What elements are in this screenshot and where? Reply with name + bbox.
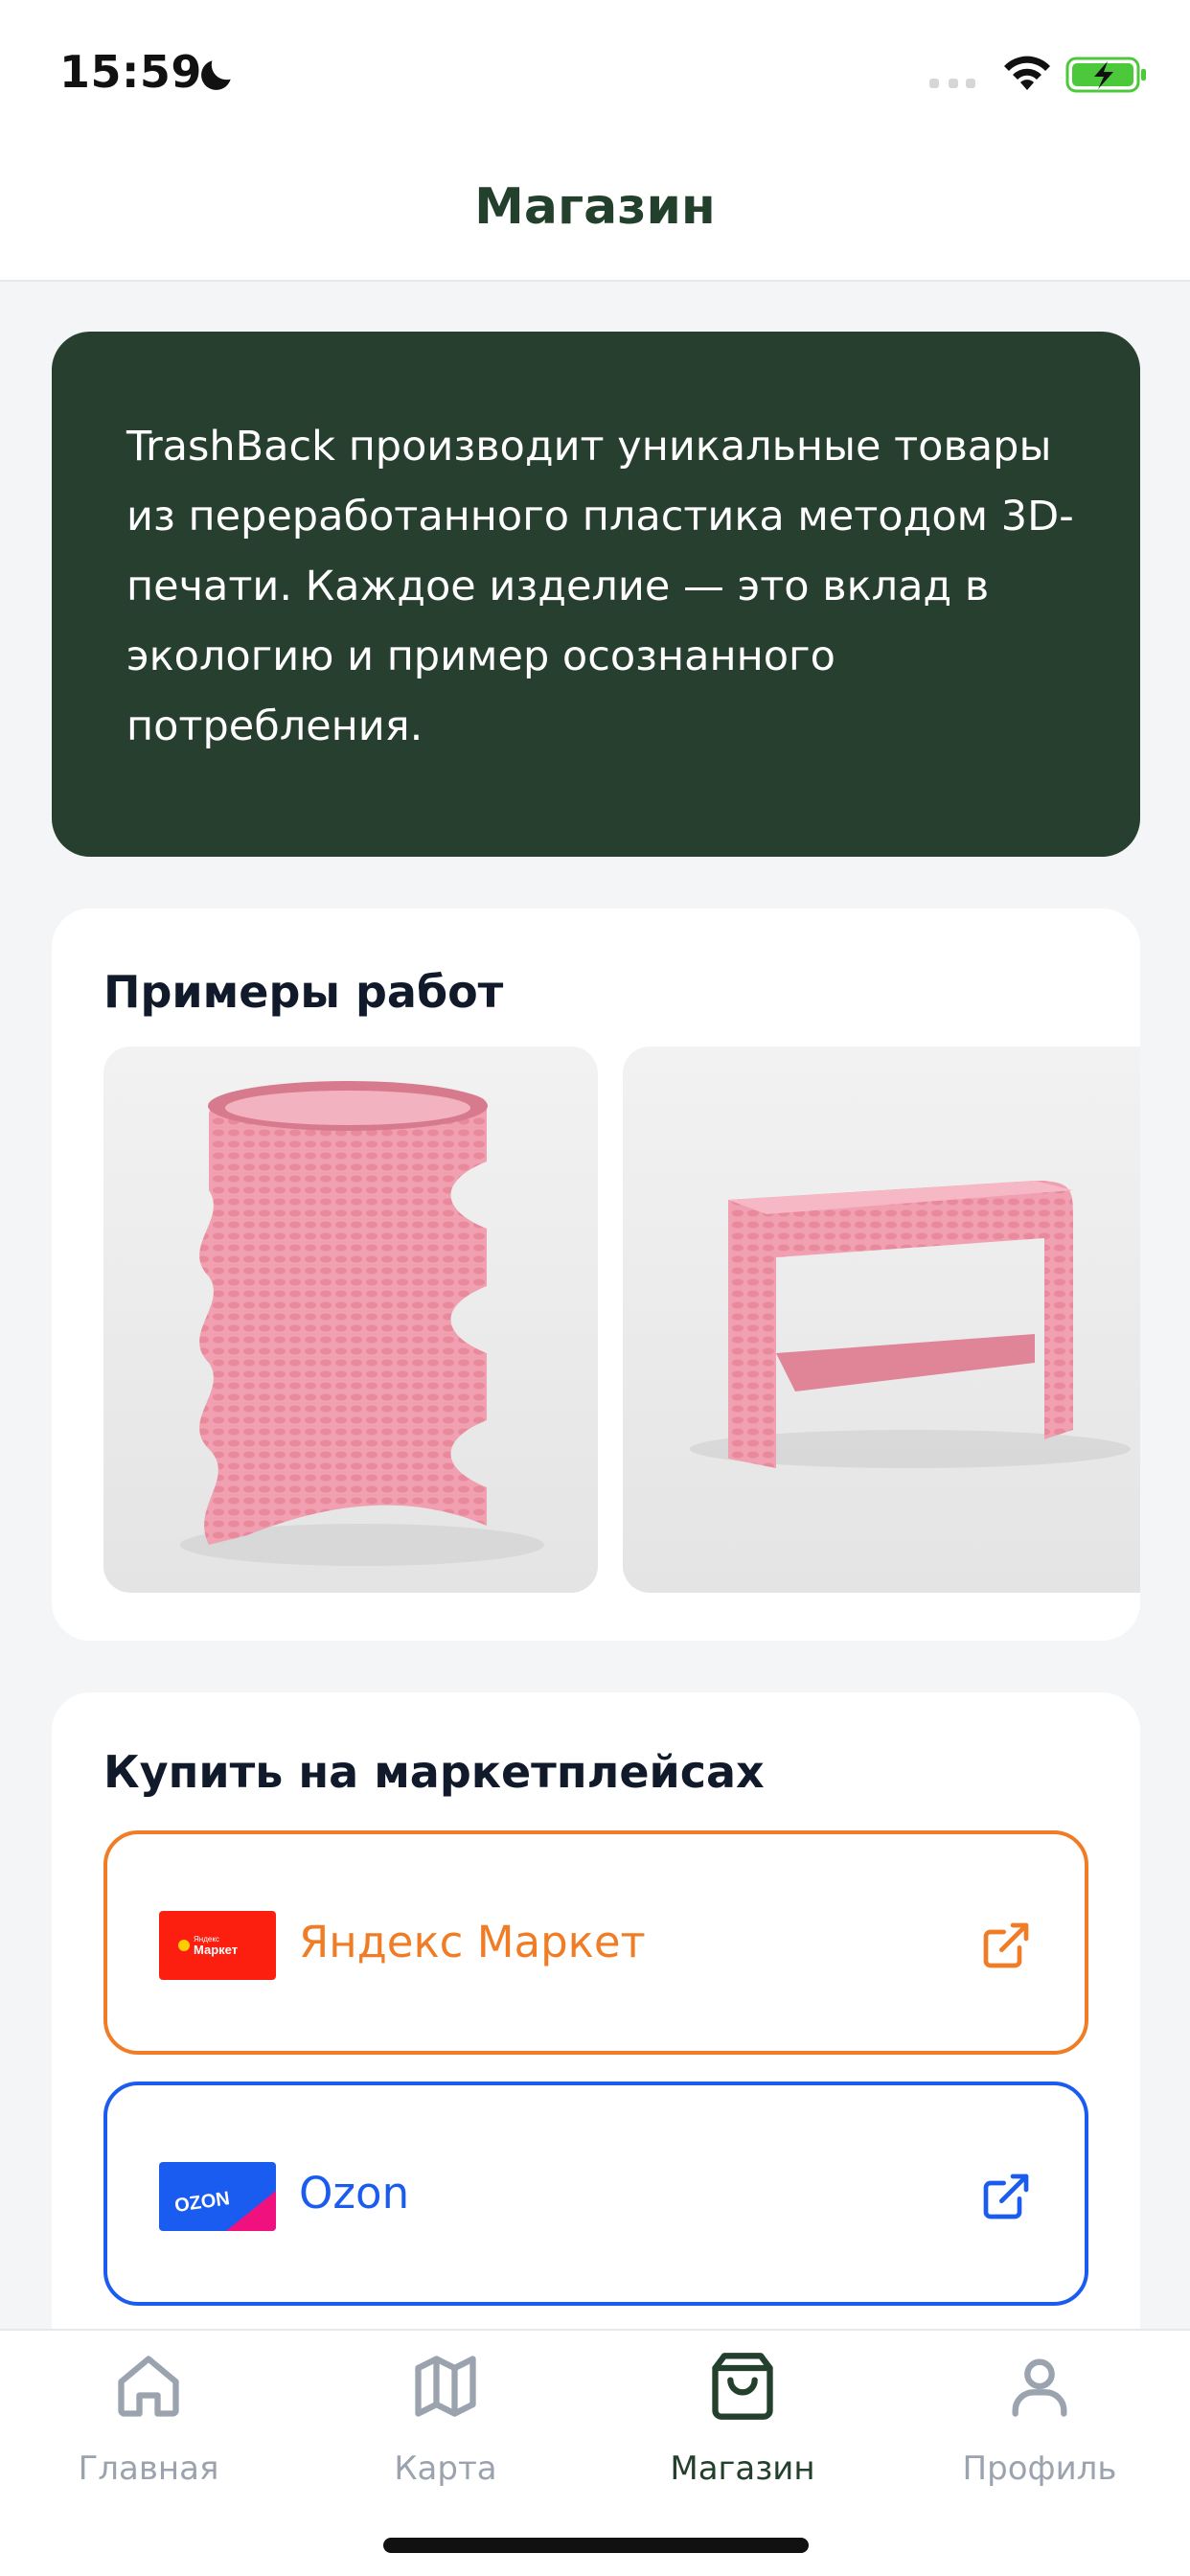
yandex-market-logo: Яндекс Маркет: [159, 1911, 276, 1980]
page-title: Магазин: [474, 178, 716, 236]
tab-shop-label: Магазин: [670, 2450, 815, 2488]
header: Магазин: [0, 144, 1190, 282]
intro-text: TrashBack производит уникальные товары и…: [126, 423, 1074, 750]
battery-charging-icon: [1065, 57, 1146, 93]
user-icon: [1012, 2358, 1067, 2417]
status-bar: 15:59: [0, 0, 1190, 144]
ozon-button[interactable]: OZON Ozon: [103, 2082, 1088, 2306]
wifi-icon: [1004, 56, 1050, 90]
marketplaces-card: Купить на маркетплейсах Яндекс Маркет Ян…: [52, 1692, 1140, 2363]
external-link-icon: [983, 2174, 1029, 2220]
home-indicator[interactable]: [383, 2538, 809, 2553]
tab-profile[interactable]: Профиль: [891, 2331, 1188, 2522]
ozon-label: Ozon: [299, 2168, 410, 2219]
pink-3d-printed-wavy-stand-photo[interactable]: [103, 1046, 598, 1593]
tab-map[interactable]: Карта: [297, 2331, 594, 2522]
yandex-logo-text: Маркет: [194, 1943, 238, 1957]
tab-profile-label: Профиль: [962, 2450, 1117, 2488]
home-icon: [118, 2356, 179, 2417]
yandex-market-label: Яндекс Маркет: [299, 1917, 646, 1967]
tab-home[interactable]: Главная: [0, 2331, 297, 2522]
ozon-logo-text: OZON: [173, 2188, 231, 2217]
shopping-bag-icon: [712, 2353, 773, 2420]
examples-title: Примеры работ: [103, 966, 504, 1018]
ozon-logo: OZON: [159, 2162, 276, 2231]
pink-3d-printed-stool-photo[interactable]: [623, 1046, 1140, 1593]
map-icon: [415, 2356, 476, 2417]
examples-card: Примеры работ: [52, 908, 1140, 1641]
shop-screen: 15:59 Магазин TrashBack производит уника…: [0, 0, 1190, 2576]
status-time: 15:59: [59, 46, 202, 98]
marketplaces-title: Купить на маркетплейсах: [103, 1746, 765, 1798]
signal-icon: [929, 79, 975, 88]
examples-gallery[interactable]: [103, 1046, 1140, 1593]
stool-illustration: [690, 1181, 1131, 1468]
moon-icon: [201, 60, 231, 90]
wavy-stand-illustration: [180, 1081, 544, 1566]
external-link-icon: [983, 1922, 1029, 1968]
yandex-market-button[interactable]: Яндекс Маркет Яндекс Маркет: [103, 1830, 1088, 2055]
tab-shop[interactable]: Магазин: [594, 2331, 891, 2522]
tab-map-label: Карта: [394, 2450, 497, 2488]
intro-card: TrashBack производит уникальные товары и…: [52, 332, 1140, 857]
tab-home-label: Главная: [78, 2450, 219, 2488]
